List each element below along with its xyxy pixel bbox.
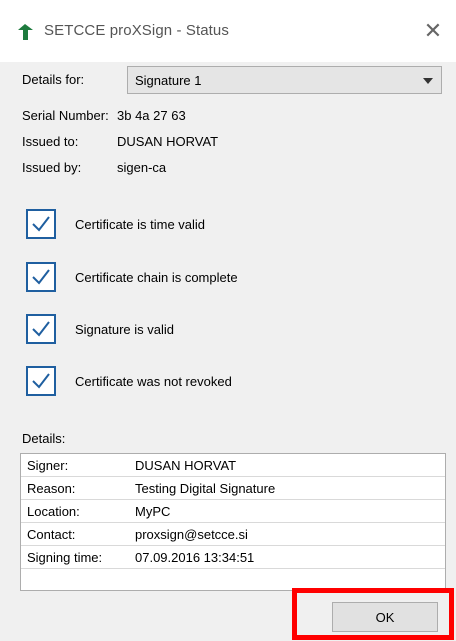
details-row-value: MyPC (135, 504, 171, 519)
highlight-annotation (292, 588, 454, 640)
checkbox[interactable] (26, 366, 56, 396)
details-row-label: Reason: (27, 481, 76, 496)
checkmark-icon (32, 216, 50, 232)
details-row-value: DUSAN HORVAT (135, 458, 237, 473)
close-button[interactable]: ✕ (416, 14, 450, 48)
details-row-value: 07.09.2016 13:34:51 (135, 550, 255, 565)
title-bar: SETCCE proXSign - Status ✕ (0, 0, 456, 62)
close-icon: ✕ (423, 18, 443, 43)
details-row-value: proxsign@setcce.si (135, 527, 248, 542)
checkmark-icon (32, 321, 50, 337)
window-title: SETCCE proXSign - Status (44, 22, 229, 39)
details-row: Signing time: 07.09.2016 13:34:51 (21, 546, 445, 569)
issued-to-label: Issued to: (22, 134, 79, 149)
status-dialog: SETCCE proXSign - Status ✕ Details for: … (0, 0, 456, 641)
details-row: Location: MyPC (21, 500, 445, 523)
details-for-label: Details for: (22, 72, 85, 87)
details-row: Contact: proxsign@setcce.si (21, 523, 445, 546)
details-row-label: Contact: (27, 527, 76, 542)
checkbox[interactable] (26, 314, 56, 344)
signature-select[interactable]: Signature 1 (127, 66, 442, 94)
check-label: Certificate chain is complete (75, 270, 238, 285)
checkmark-icon (32, 373, 50, 389)
check-label: Signature is valid (75, 322, 174, 337)
details-row-label: Location: (27, 504, 80, 519)
serial-number-value: 3b 4a 27 63 (117, 108, 186, 123)
checkbox[interactable] (26, 262, 56, 292)
app-logo-icon (18, 24, 33, 40)
check-label: Certificate was not revoked (75, 374, 232, 389)
signature-select-value: Signature 1 (135, 73, 202, 88)
issued-by-label: Issued by: (22, 160, 82, 175)
check-label: Certificate is time valid (75, 217, 206, 232)
issued-by-value: sigen-ca (117, 160, 167, 175)
details-heading: Details: (22, 431, 66, 446)
details-row: Reason: Testing Digital Signature (21, 477, 445, 500)
details-list[interactable]: Signer: DUSAN HORVAT Reason: Testing Dig… (20, 453, 446, 591)
details-row-label: Signer: (27, 458, 69, 473)
serial-number-label: Serial Number: (22, 108, 109, 123)
checkmark-icon (32, 269, 50, 285)
details-row-value: Testing Digital Signature (135, 481, 276, 496)
issued-to-value: DUSAN HORVAT (117, 134, 219, 149)
checkbox[interactable] (26, 209, 56, 239)
details-row: Signer: DUSAN HORVAT (21, 454, 445, 477)
chevron-down-icon (423, 78, 433, 84)
details-row-label: Signing time: (27, 550, 103, 565)
